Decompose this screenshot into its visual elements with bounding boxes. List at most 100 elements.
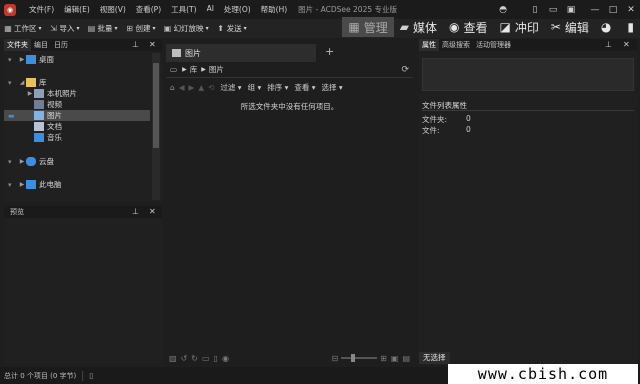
home-icon[interactable]: ⌂ [170,83,175,92]
panel-close-icon[interactable]: ✕ [623,39,630,51]
mode-edit[interactable]: ✂ 编辑 [545,17,595,37]
rotate-left-icon[interactable]: ↺ [181,354,188,363]
breadcrumb-library[interactable]: 库 [190,64,198,75]
collapse-arrow-icon[interactable]: ◢ [18,79,26,86]
pin-marker-icon: ▾ [8,55,12,64]
menu-file[interactable]: 文件(F) [24,4,59,15]
pin-icon[interactable]: ⊥ [132,39,139,51]
documents-icon [34,122,44,131]
tree-item-music[interactable]: 音乐 [4,132,150,143]
expand-arrow-icon[interactable]: ▶ [26,90,34,97]
tree-item-local-photos[interactable]: ▶ 本机照片 [4,88,150,99]
compare-icon[interactable]: ▯ [214,354,218,363]
send-button[interactable]: ⬆ 发送 ▾ [213,23,251,34]
status-divider [82,370,84,381]
page-icon[interactable]: ▭ [202,354,210,363]
refresh-icon[interactable]: ⟳ [401,65,409,75]
address-bar[interactable]: ▭ ▶ 库 ▶ 图片 ⟳ [166,62,413,78]
photos-icon [34,89,44,98]
dashboard-button[interactable]: ◕ [595,17,621,37]
menu-help[interactable]: 帮助(H) [256,4,293,15]
zoom-in-icon[interactable]: ⊞ [380,354,387,363]
sync-icon[interactable]: ⟲ [208,83,214,92]
tree-item-documents[interactable]: 文档 [4,121,150,132]
expand-arrow-icon[interactable]: ▶ [18,158,26,165]
tree-item-this-pc[interactable]: ▾ ▶ 此电脑 [4,179,150,190]
eye-icon: ◉ [448,20,460,34]
tab-advanced-search[interactable]: 高级搜索 [439,39,473,51]
panel-close-icon[interactable]: ✕ [149,206,156,218]
mode-media[interactable]: ▰ 媒体 [394,17,443,37]
maximize-icon[interactable]: □ [604,5,622,15]
mode-manage[interactable]: ▦ 管理 [342,17,394,37]
slideshow-button[interactable]: ▣ 幻灯放映 ▾ [160,23,213,34]
menu-view[interactable]: 视图(V) [95,4,131,15]
account-icon[interactable]: ◓ [494,5,512,15]
sort-dropdown[interactable]: 排序 ▾ [267,82,288,93]
workspace-button[interactable]: ▦ 工作区 ▾ [0,23,46,34]
folders-scrollbar[interactable] [152,53,160,200]
stats-button[interactable]: ▮ [621,17,640,37]
filter-dropdown[interactable]: 过滤 ▾ [220,82,241,93]
view-label: 查看 [294,83,310,92]
folders-scroll-thumb[interactable] [153,63,159,148]
up-icon[interactable]: ▲ [198,83,204,92]
tab-catalog[interactable]: 编目 [31,39,51,51]
menu-ai[interactable]: AI [202,4,219,15]
mode-switcher: ▦ 管理 ▰ 媒体 ◉ 查看 ◪ 冲印 ✂ 编辑 ◕ ▮ [342,16,640,38]
layout-panel-icon[interactable]: ▯ [526,5,544,15]
mode-develop[interactable]: ◪ 冲印 [493,17,544,37]
zoom-slider-thumb[interactable] [351,354,356,362]
panel-close-icon[interactable]: ✕ [149,39,156,51]
expand-arrow-icon[interactable]: ▶ [18,56,26,63]
tree-item-desktop[interactable]: ▾ ▶ 桌面 [4,54,150,65]
menu-edit[interactable]: 编辑(E) [59,4,95,15]
tree-item-library[interactable]: ▾ ◢ 库 [4,77,150,88]
view-dropdown[interactable]: 查看 ▾ [294,82,315,93]
tab-folders[interactable]: 文件夹 [4,39,31,51]
details-view-icon[interactable]: ▤ [402,354,410,363]
group-dropdown[interactable]: 组 ▾ [248,82,262,93]
expand-arrow-icon[interactable]: ▶ [18,181,26,188]
back-icon[interactable]: ◀ [179,83,185,92]
pin-marker-icon: ▾ [8,157,12,166]
tree-item-pictures[interactable]: ▬ 图片 [4,110,150,121]
tab-pictures[interactable]: 图片 [166,44,316,62]
send-icon: ⬆ [217,23,224,33]
play-icon[interactable]: ◉ [222,354,229,363]
zoom-slider[interactable] [341,354,378,362]
folders-panel: 文件夹 编目 日历 ⊥ ✕ ▾ ▶ 桌面 ▾ ◢ 库 ▶ 本机照片 视频 ▬ 图… [4,39,162,202]
thumbnail-view-icon[interactable]: ▣ [391,354,399,363]
layout-bottom-icon[interactable]: ▭ [544,5,562,15]
mode-view[interactable]: ◉ 查看 [443,17,494,37]
menu-tools[interactable]: 工具(T) [166,4,201,15]
breadcrumb-pictures[interactable]: 图片 [209,64,224,75]
tree-item-cloud[interactable]: ▾ ▶ 云盘 [4,156,150,167]
zoom-out-icon[interactable]: ⊟ [331,354,338,363]
tree-label-videos: 视频 [47,100,62,109]
layout-full-icon[interactable]: ▣ [562,5,580,15]
rotate-right-icon[interactable]: ↻ [191,354,198,363]
tab-calendar[interactable]: 日历 [51,39,71,51]
select-dropdown[interactable]: 选择 ▾ [322,82,343,93]
tab-pictures-label: 图片 [185,48,201,58]
minimize-icon[interactable]: — [586,5,604,15]
tab-activity-manager[interactable]: 活动管理器 [473,39,514,51]
watermark-text: www.cbish.com [448,364,638,384]
tab-properties[interactable]: 属性 [419,39,439,51]
pin-icon[interactable]: ⊥ [605,39,612,51]
import-button[interactable]: ⇲ 导入 ▾ [46,23,84,34]
close-icon[interactable]: ✕ [622,5,640,15]
pin-icon[interactable]: ⊥ [132,206,139,218]
menu-browse[interactable]: 查看(P) [131,4,166,15]
add-tab-button[interactable]: + [325,45,334,58]
forward-icon[interactable]: ▶ [189,83,195,92]
properties-divider [422,110,634,111]
menu-process[interactable]: 处理(O) [219,4,256,15]
tree-item-videos[interactable]: 视频 [4,99,150,110]
lock-icon[interactable]: ▨ [169,354,177,363]
create-button[interactable]: ⊞ 创建 ▾ [122,23,160,34]
tab-no-selection[interactable]: 无选择 [419,352,450,364]
filter-label: 过滤 [220,83,236,92]
batch-button[interactable]: ▤ 批量 ▾ [84,23,122,34]
